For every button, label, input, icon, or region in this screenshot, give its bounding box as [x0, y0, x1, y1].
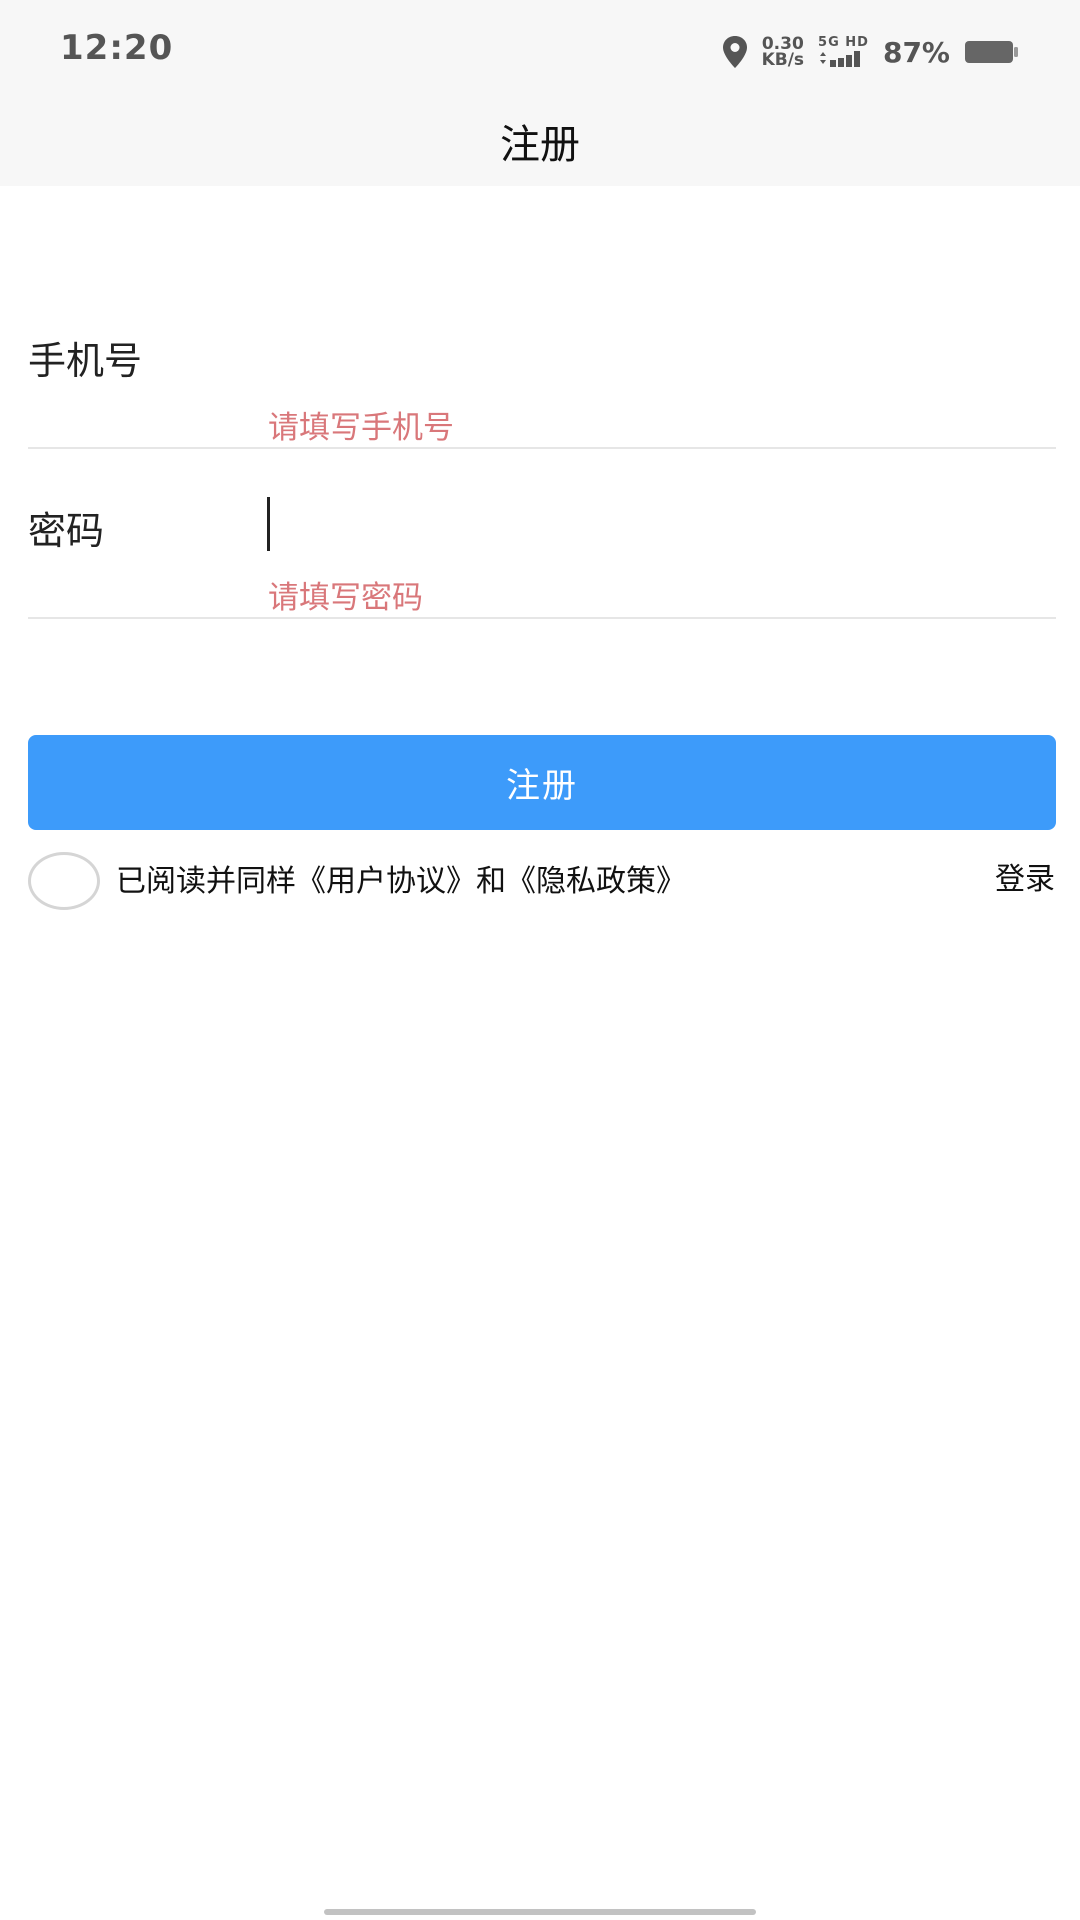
agreement-text: 已阅读并同样《用户协议》和《隐私政策》 — [116, 864, 686, 899]
password-divider — [28, 617, 1056, 619]
cellular-status: 5G HD — [818, 35, 869, 67]
login-link[interactable]: 登录 — [995, 854, 1055, 898]
status-indicators: 0.30 KB/s 5G HD 87% — [722, 30, 1020, 74]
battery-icon — [965, 41, 1018, 63]
phone-divider — [28, 447, 1056, 449]
status-time: 12:20 — [60, 28, 174, 68]
agreement-checkbox[interactable] — [28, 852, 100, 910]
register-screen: 12:20 0.30 KB/s 5G HD 87% 注册 手机号 请填写手机号 … — [0, 0, 1080, 1920]
text-caret — [267, 497, 270, 551]
phone-error: 请填写手机号 — [268, 410, 454, 446]
password-input[interactable] — [268, 498, 1048, 558]
signal-icon — [820, 51, 861, 67]
status-bar: 12:20 0.30 KB/s 5G HD 87% — [0, 0, 1080, 100]
password-label: 密码 — [28, 509, 105, 553]
home-indicator[interactable] — [324, 1909, 756, 1915]
phone-input[interactable] — [268, 330, 1048, 390]
battery-percent: 87% — [882, 35, 950, 69]
phone-label: 手机号 — [28, 339, 143, 383]
location-icon — [722, 36, 747, 68]
network-type-label: 5G HD — [818, 35, 869, 50]
network-speed: 0.30 KB/s — [761, 36, 805, 70]
page-title: 注册 — [500, 122, 580, 168]
network-speed-unit: KB/s — [761, 50, 805, 70]
register-button[interactable]: 注册 — [28, 735, 1056, 830]
nav-bar: 注册 — [0, 100, 1080, 186]
password-error: 请填写密码 — [268, 580, 423, 616]
